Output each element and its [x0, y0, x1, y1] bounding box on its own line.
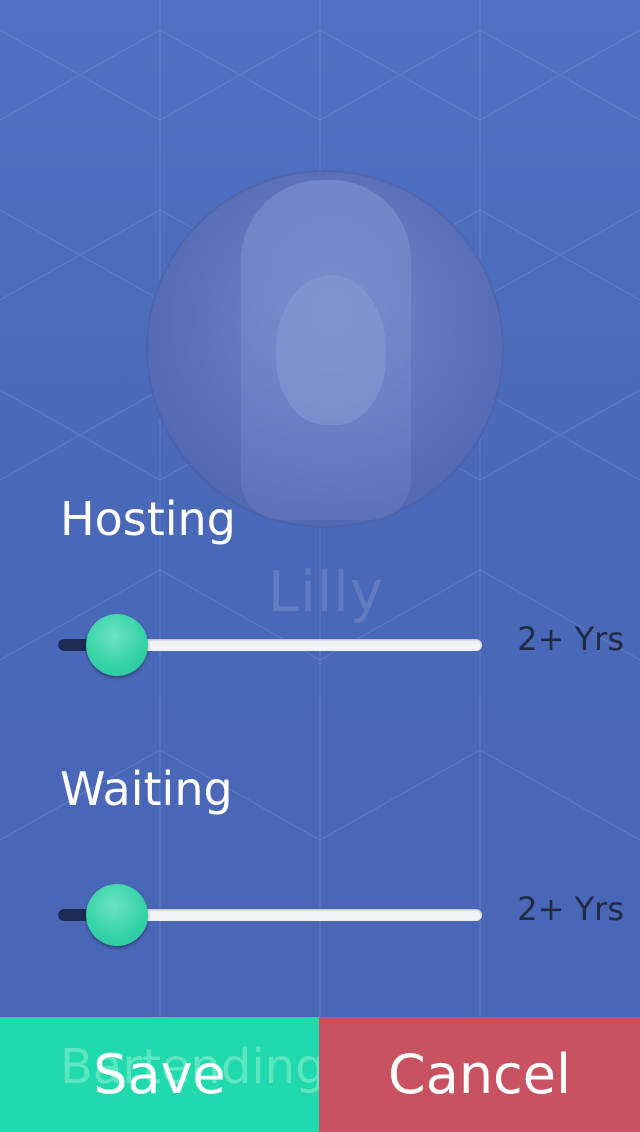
avatar-overlay	[146, 170, 504, 528]
cancel-button[interactable]: Cancel	[319, 1017, 640, 1132]
cancel-button-label: Cancel	[388, 1043, 571, 1106]
profile-edit-screen: Lilly Hosting 2+ Yrs Waiting 2+ Yrs Bart…	[0, 0, 640, 1132]
slider-thumb[interactable]	[86, 614, 148, 676]
skill-title-waiting: Waiting	[60, 762, 233, 816]
save-button-label: Save	[93, 1043, 226, 1106]
skill-title-hosting: Hosting	[60, 492, 236, 546]
profile-name: Lilly	[267, 560, 384, 625]
slider-thumb[interactable]	[86, 884, 148, 946]
hosting-value: 2+ Yrs	[517, 620, 624, 658]
waiting-slider[interactable]	[58, 884, 482, 946]
save-button[interactable]: Bartending Save	[0, 1017, 326, 1132]
hosting-slider[interactable]	[58, 614, 482, 676]
waiting-value: 2+ Yrs	[517, 890, 624, 928]
avatar[interactable]	[146, 170, 504, 528]
